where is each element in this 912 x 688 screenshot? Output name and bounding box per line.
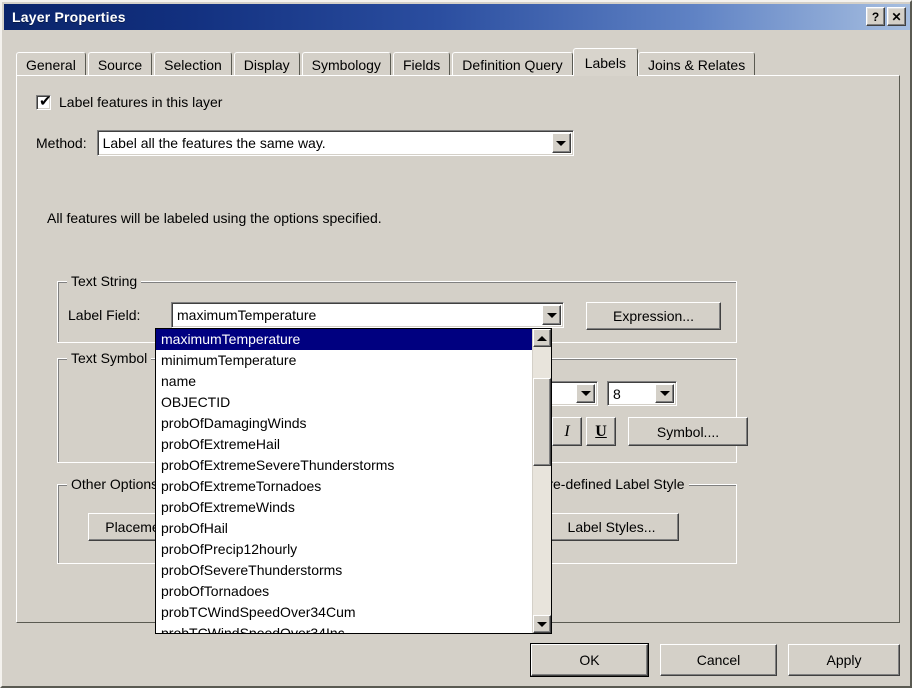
label-field-dropdown-list[interactable]: maximumTemperature minimumTemperature name…	[155, 328, 552, 634]
other-options-group-title: Other Options	[67, 476, 163, 492]
tab-joins-relates[interactable]: Joins & Relates	[637, 52, 756, 76]
label-field-combobox-value: maximumTemperature	[177, 307, 317, 323]
method-combobox[interactable]: Label all the features the same way.	[96, 130, 574, 156]
dropdown-item[interactable]: probTCWindSpeedOver34Inc	[156, 623, 532, 633]
ok-button[interactable]: OK	[531, 644, 648, 676]
dropdown-scrollbar[interactable]	[532, 329, 551, 633]
tab-source[interactable]: Source	[87, 52, 153, 76]
dropdown-item[interactable]: probOfPrecip12hourly	[156, 539, 532, 560]
dropdown-item[interactable]: minimumTemperature	[156, 350, 532, 371]
predefined-label-style-group-title: Pre-defined Label Style	[535, 476, 689, 492]
dropdown-item[interactable]: probTCWindSpeedOver34Cum	[156, 602, 532, 623]
tab-general[interactable]: General	[16, 52, 86, 76]
dropdown-item[interactable]: probOfExtremeTornadoes	[156, 476, 532, 497]
tab-symbology[interactable]: Symbology	[301, 52, 391, 76]
expression-button[interactable]: Expression...	[586, 302, 721, 330]
dropdown-item[interactable]: maximumTemperature	[156, 329, 532, 350]
apply-button[interactable]: Apply	[788, 644, 900, 676]
symbol-button[interactable]: Symbol....	[628, 417, 748, 446]
chevron-down-icon	[580, 391, 591, 396]
label-features-checkbox-row[interactable]: ✔ Label features in this layer	[36, 91, 223, 110]
dropdown-item[interactable]: probOfHail	[156, 518, 532, 539]
font-size-combobox-value: 8	[613, 385, 621, 402]
scrollbar-thumb[interactable]	[533, 378, 551, 466]
italic-button[interactable]: I	[552, 417, 582, 446]
dropdown-item[interactable]: probOfTornadoes	[156, 581, 532, 602]
tab-definition-query[interactable]: Definition Query	[452, 52, 573, 76]
label-field-combobox-arrow[interactable]	[542, 305, 561, 325]
method-label: Method:	[36, 135, 87, 151]
title-bar-buttons: ? ✕	[866, 7, 906, 26]
dropdown-item[interactable]: name	[156, 371, 532, 392]
label-features-checkbox[interactable]: ✔	[36, 91, 52, 110]
tab-fields[interactable]: Fields	[392, 52, 451, 76]
tab-selection[interactable]: Selection	[154, 52, 232, 76]
method-row: Method: Label all the features the same …	[36, 130, 574, 156]
underline-button[interactable]: U	[586, 417, 616, 446]
chevron-down-icon	[556, 140, 567, 146]
dropdown-item[interactable]: probOfDamagingWinds	[156, 413, 532, 434]
label-field-dropdown-items: maximumTemperature minimumTemperature name…	[156, 329, 532, 633]
predefined-label-style-group: Pre-defined Label Style Label Styles...	[525, 476, 737, 564]
title-bar: Layer Properties ? ✕	[4, 4, 910, 30]
label-features-label: Label features in this layer	[59, 94, 223, 110]
cancel-button[interactable]: Cancel	[660, 644, 777, 676]
font-size-combobox-arrow[interactable]	[655, 384, 674, 403]
label-field-combobox[interactable]: maximumTemperature	[171, 302, 564, 328]
help-icon[interactable]: ?	[866, 7, 885, 26]
label-field-label: Label Field:	[68, 307, 141, 323]
dropdown-item[interactable]: OBJECTID	[156, 392, 532, 413]
text-symbol-group-title: Text Symbol	[67, 350, 152, 366]
chevron-down-icon	[659, 391, 670, 396]
method-description: All features will be labeled using the o…	[47, 210, 382, 226]
dropdown-item[interactable]: probOfSevereThunderstorms	[156, 560, 532, 581]
chevron-up-icon	[537, 335, 547, 341]
font-combobox-arrow[interactable]	[576, 384, 595, 403]
tab-labels[interactable]: Labels	[572, 48, 638, 76]
layer-properties-dialog: Layer Properties ? ✕ General Source Sele…	[0, 0, 912, 688]
font-size-combobox[interactable]: 8	[607, 381, 677, 406]
window-title: Layer Properties	[12, 9, 126, 25]
chevron-down-icon	[546, 312, 557, 318]
tab-strip: General Source Selection Display Symbolo…	[16, 48, 900, 76]
dropdown-item[interactable]: probOfExtremeWinds	[156, 497, 532, 518]
close-icon[interactable]: ✕	[887, 7, 906, 26]
tab-display[interactable]: Display	[233, 52, 300, 76]
screenshot-root: Layer Properties ? ✕ General Source Sele…	[0, 0, 912, 688]
scroll-down-button[interactable]	[533, 615, 551, 633]
method-combobox-arrow[interactable]	[551, 133, 571, 153]
text-string-group-title: Text String	[67, 273, 142, 289]
dropdown-item[interactable]: probOfExtremeSevereThunderstorms	[156, 455, 532, 476]
dropdown-item[interactable]: probOfExtremeHail	[156, 434, 532, 455]
chevron-down-icon	[537, 621, 547, 627]
checkmark-icon: ✔	[39, 91, 52, 110]
method-combobox-value: Label all the features the same way.	[102, 135, 326, 151]
label-styles-button[interactable]: Label Styles...	[544, 513, 679, 541]
scroll-up-button[interactable]	[533, 329, 551, 347]
